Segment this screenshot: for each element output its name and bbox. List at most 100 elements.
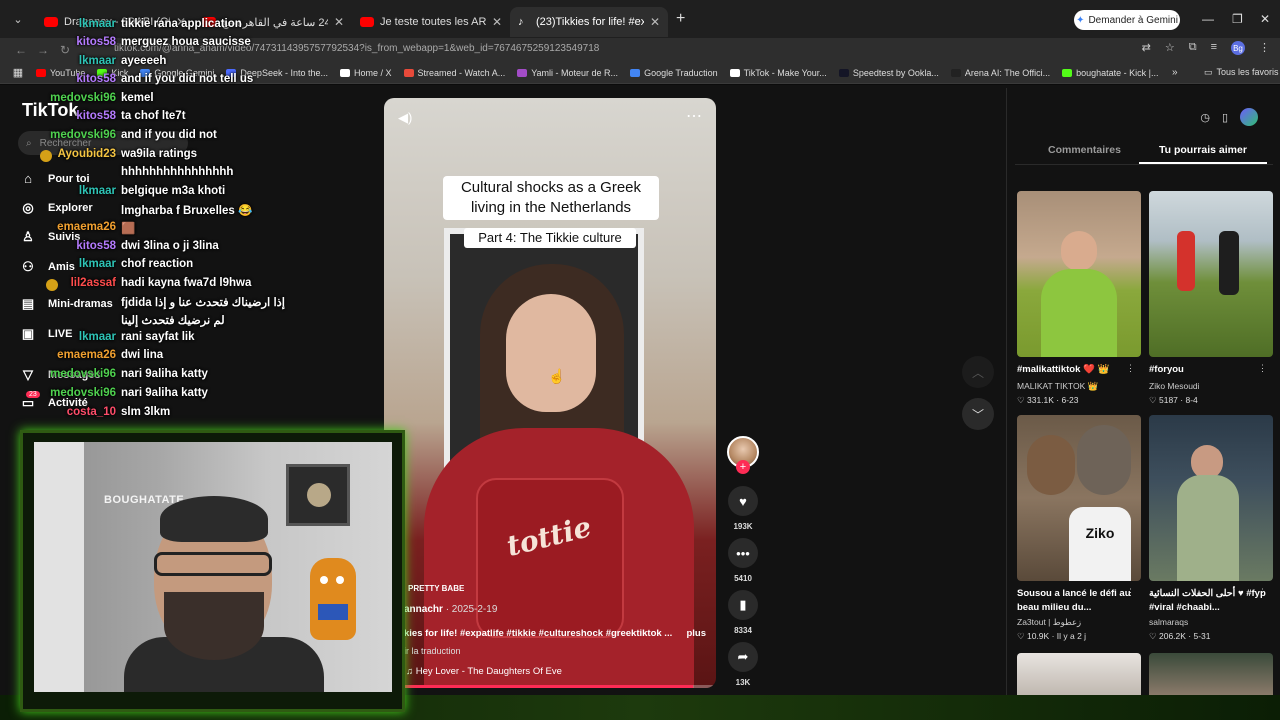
chat-text: merguez houa saucisse <box>121 36 251 48</box>
close-icon[interactable]: ✕ <box>650 15 660 29</box>
video-thumbnail-partial[interactable] <box>1017 653 1141 695</box>
new-tab-icon[interactable]: + <box>676 10 685 28</box>
comment-button[interactable]: ••• <box>728 538 758 568</box>
music-label[interactable]: ♫ Hey Lover - The Daughters Of Eve <box>406 666 562 677</box>
tab-commentaires[interactable]: Commentaires <box>1048 144 1121 156</box>
close-icon[interactable]: ✕ <box>492 15 502 29</box>
save-button[interactable]: ▮ <box>728 590 758 620</box>
translate-link[interactable]: ir la traduction <box>404 646 461 656</box>
browser-tab-active[interactable]: ♪ (23)Tikkies for life! #expatlife ✕ <box>510 7 668 37</box>
card-title[interactable]: أحلى الحفلات النسائية ♥ #fyp #viral #cha… <box>1149 587 1267 615</box>
tab-tu-pourrais-aimer[interactable]: Tu pourrais aimer <box>1159 144 1247 156</box>
chat-username: lkmaar <box>78 55 116 67</box>
bookmark-star-icon[interactable]: ☆ <box>1165 41 1175 55</box>
video-thumbnail[interactable]: Ziko <box>1017 415 1141 581</box>
previous-video-button[interactable]: ︿ <box>962 356 994 388</box>
panel-icons: ◷ ▯ <box>1200 108 1258 126</box>
card-author[interactable]: MALIKAT TIKTOK 👑 <box>1017 381 1098 392</box>
card-more-icon[interactable]: ⋮ <box>1258 363 1267 374</box>
next-video-button[interactable]: ﹀ <box>962 398 994 430</box>
bookmark-favicon-icon <box>403 68 414 77</box>
bookmark-item[interactable]: boughatate - Kick |... <box>1062 68 1158 78</box>
chat-message: لم نرضيك فتحدث إلينا <box>0 313 400 331</box>
minimize-icon[interactable]: — <box>1202 12 1214 26</box>
translate-icon[interactable]: ⇄ <box>1142 41 1151 55</box>
like-button[interactable]: ♥ <box>728 486 758 516</box>
more-options-icon[interactable]: ⋯ <box>686 106 702 126</box>
bookmark-item[interactable]: TikTok - Make Your... <box>729 67 827 78</box>
gemini-button[interactable]: ✦ Demander à Gemini <box>1074 10 1180 30</box>
more-link[interactable]: plus <box>686 628 706 639</box>
share-button[interactable]: ➦ <box>728 642 758 672</box>
volume-icon[interactable]: ◀) <box>398 110 412 126</box>
media-icon[interactable]: ≡ <box>1211 41 1217 55</box>
follow-plus-icon[interactable]: + <box>736 460 750 474</box>
video-author[interactable]: annachr · 2025-2-19 <box>404 604 497 615</box>
video-chips-bag: tottie <box>476 478 624 638</box>
card-date: Il y a 2 j <box>1056 631 1087 641</box>
chat-message: lkmaar chof reaction <box>0 258 400 276</box>
bookmark-favicon-icon <box>729 68 740 77</box>
card-more-icon[interactable]: ⋮ <box>1126 587 1135 598</box>
video-thumbnail-partial[interactable] <box>1149 653 1273 695</box>
card-likes: 206.2K <box>1158 631 1186 641</box>
video-progress-bar[interactable] <box>384 685 716 688</box>
video-thumbnail[interactable] <box>1017 191 1141 357</box>
chat-message: medovski96 and if you did not <box>0 129 400 147</box>
card-title[interactable]: #foryou <box>1149 363 1267 377</box>
card-author[interactable]: salmaraqs <box>1149 617 1188 627</box>
chat-message: medovski96 kemel <box>0 92 400 110</box>
maximize-icon[interactable]: ❐ <box>1232 12 1243 26</box>
video-progress-fill <box>384 685 693 688</box>
bookmark-item[interactable]: Google Traduction <box>630 68 718 78</box>
bookmarks-more[interactable]: » <box>1172 67 1178 78</box>
tab-divider <box>1015 164 1273 165</box>
card-date: 5-31 <box>1193 631 1211 641</box>
comment-icon: ••• <box>736 545 750 561</box>
all-favorites[interactable]: ▭ Tous les favoris <box>1204 67 1279 78</box>
chat-message: lkmaar tikkie rana application <box>0 18 400 36</box>
window-close-icon[interactable]: ✕ <box>1260 12 1270 26</box>
chat-message: hhhhhhhhhhhhhhhh <box>0 166 400 184</box>
thumb-monkey-right <box>1077 425 1131 495</box>
card-author[interactable]: Ziko Mesoudi <box>1149 381 1200 391</box>
browser-menu-icon[interactable]: ⋮ <box>1259 41 1270 55</box>
card-stats: ♡ 331.1K · 6-23 <box>1017 395 1079 405</box>
card-title[interactable]: Sousou a lancé le défi au beau milieu du… <box>1017 587 1135 615</box>
video-player[interactable]: tottie Cultural shocks as a Greek living… <box>384 98 716 688</box>
phone-icon[interactable]: ▯ <box>1222 111 1228 124</box>
bookmark-item[interactable]: Yamli - Moteur de R... <box>517 68 618 78</box>
bookmark-item[interactable]: Speedtest by Ookla... <box>838 68 939 78</box>
clock-icon[interactable]: ◷ <box>1200 111 1210 124</box>
chat-username: medovski96 <box>50 129 116 141</box>
bookmark-item[interactable]: Arena AI: The Offici... <box>950 68 1050 78</box>
chat-text: rani sayfat lik <box>121 331 195 343</box>
chat-username: emaema26 <box>57 349 116 361</box>
card-more-icon[interactable]: ⋮ <box>1258 587 1267 598</box>
card-date: 8-4 <box>1185 395 1198 405</box>
recommendations-panel: ◷ ▯ Commentaires Tu pourrais aimer #mali… <box>1006 88 1280 695</box>
thumb-shirt: Ziko <box>1069 507 1131 581</box>
extensions-icon[interactable]: ⧉ <box>1189 41 1197 55</box>
heart-icon: ♡ <box>1149 395 1159 405</box>
chat-message: fjdida إذا ارضيناك فتحدث عنا و إذا <box>0 295 400 313</box>
bookmark-label: TikTok - Make Your... <box>743 67 827 78</box>
video-thumbnail[interactable] <box>1149 415 1273 581</box>
card-more-icon[interactable]: ⋮ <box>1126 363 1135 374</box>
card-title[interactable]: #malikattiktok ❤️ 👑 <box>1017 363 1135 377</box>
chat-username: medovski96 <box>50 92 116 104</box>
chat-username: lkmaar <box>78 258 116 270</box>
video-caption-title: Cultural shocks as a Greek living in the… <box>443 176 659 220</box>
video-thumbnail[interactable] <box>1149 191 1273 357</box>
bookmark-favicon-icon <box>838 68 849 77</box>
profile-avatar[interactable]: Bg <box>1231 41 1245 55</box>
heart-icon: ♡ <box>1017 631 1027 641</box>
card-author[interactable]: Za3tout | زعطوط <box>1017 617 1081 628</box>
chat-text: belgique m3a khoti <box>121 185 226 197</box>
bookmark-label: Streamed - Watch A... <box>417 67 506 78</box>
chat-message: Ayoubid23 wa9ila ratings <box>0 148 400 166</box>
bookmark-item[interactable]: Streamed - Watch A... <box>403 67 506 78</box>
chat-message: lil2assaf hadi kayna fwa7d l9hwa <box>0 277 400 295</box>
thumb-person-left <box>1177 231 1195 291</box>
user-avatar[interactable] <box>1240 108 1258 126</box>
